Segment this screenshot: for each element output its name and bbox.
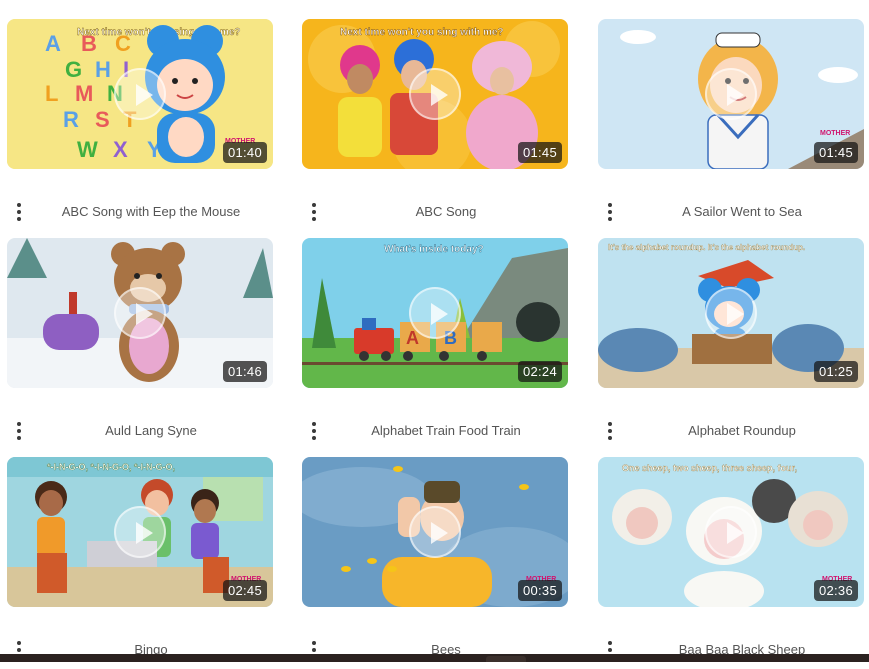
video-thumbnail[interactable]: MOTHER 01:45 [598, 19, 864, 169]
video-caption: Alphabet Roundup [598, 398, 864, 442]
letter-s: S [95, 107, 110, 132]
letter-h: H [95, 57, 111, 82]
video-thumbnail[interactable]: Next time won't you sing with me? A B C … [7, 19, 273, 169]
letter-m: M [75, 81, 93, 106]
letter-w: W [77, 137, 98, 162]
play-icon[interactable] [114, 68, 166, 120]
video-duration: 02:36 [813, 580, 858, 601]
video-card: It's the alphabet roundup. It's the alph… [598, 238, 864, 450]
play-icon[interactable] [705, 68, 757, 120]
video-title[interactable]: Alphabet Roundup [624, 423, 860, 438]
banner-text: *-I-N-G-O, *-I-N-G-O, *-I-N-G-O, [47, 462, 175, 472]
bottom-bar [0, 654, 869, 662]
more-options-icon[interactable] [606, 203, 614, 221]
letter-b: B [81, 31, 97, 56]
video-thumbnail[interactable]: Next time won't you sing with me? 01:45 [302, 19, 568, 169]
video-card: Next time won't you sing with me? A B C … [7, 19, 273, 231]
video-caption: Alphabet Train Food Train [302, 398, 568, 442]
video-duration: 02:24 [517, 361, 562, 382]
video-card: What's inside today? A B 02:24 Alphabet … [302, 238, 568, 450]
video-duration: 01:45 [517, 142, 562, 163]
video-thumbnail[interactable]: 01:46 [7, 238, 273, 388]
banner-text: One sheep, two sheep, three sheep, four, [622, 463, 797, 473]
video-card: One sheep, two sheep, three sheep, four,… [598, 457, 864, 669]
more-options-icon[interactable] [15, 422, 23, 440]
letter-x: X [113, 137, 128, 162]
video-thumbnail[interactable]: It's the alphabet roundup. It's the alph… [598, 238, 864, 388]
video-thumbnail[interactable]: What's inside today? A B 02:24 [302, 238, 568, 388]
video-thumbnail[interactable]: MOTHER 00:35 [302, 457, 568, 607]
video-title[interactable]: Auld Lang Syne [33, 423, 269, 438]
more-options-icon[interactable] [15, 203, 23, 221]
video-duration: 00:35 [517, 580, 562, 601]
video-card: *-I-N-G-O, *-I-N-G-O, *-I-N-G-O, MOTHER [7, 457, 273, 669]
video-duration: 01:45 [813, 142, 858, 163]
play-icon[interactable] [409, 287, 461, 339]
mother-goose-logo: MOTHER [820, 130, 850, 137]
video-caption: Auld Lang Syne [7, 398, 273, 442]
video-duration: 01:40 [222, 142, 267, 163]
mailbox [43, 314, 99, 350]
video-thumbnail[interactable]: One sheep, two sheep, three sheep, four,… [598, 457, 864, 607]
banner-text: Next time won't you sing with me? [340, 27, 504, 38]
letter-g: G [65, 57, 82, 82]
play-icon[interactable] [409, 68, 461, 120]
play-icon[interactable] [409, 506, 461, 558]
video-duration: 02:45 [222, 580, 267, 601]
video-card: 01:46 Auld Lang Syne [7, 238, 273, 450]
letter-a: A [45, 31, 61, 56]
more-options-icon[interactable] [606, 422, 614, 440]
video-title[interactable]: ABC Song [328, 204, 564, 219]
play-icon[interactable] [705, 287, 757, 339]
letter-c: C [115, 31, 131, 56]
video-caption: ABC Song [302, 179, 568, 223]
scroll-handle[interactable] [486, 656, 526, 662]
letter-l: L [45, 81, 58, 106]
video-caption: ABC Song with Eep the Mouse [7, 179, 273, 223]
video-title[interactable]: Alphabet Train Food Train [328, 423, 564, 438]
video-title[interactable]: ABC Song with Eep the Mouse [33, 204, 269, 219]
banner-text: It's the alphabet roundup. It's the alph… [608, 243, 805, 252]
letter-r: R [63, 107, 79, 132]
video-thumbnail[interactable]: *-I-N-G-O, *-I-N-G-O, *-I-N-G-O, MOTHER [7, 457, 273, 607]
banner-text: What's inside today? [384, 244, 484, 255]
play-icon[interactable] [114, 287, 166, 339]
video-card: MOTHER 00:35 Bees [302, 457, 568, 669]
more-options-icon[interactable] [310, 422, 318, 440]
video-duration: 01:25 [813, 361, 858, 382]
performer-pink-hair [338, 45, 382, 157]
video-title[interactable]: A Sailor Went to Sea [624, 204, 860, 219]
video-grid: Next time won't you sing with me? A B C … [0, 0, 869, 662]
play-icon[interactable] [114, 506, 166, 558]
video-duration: 01:46 [222, 361, 267, 382]
video-caption: A Sailor Went to Sea [598, 179, 864, 223]
more-options-icon[interactable] [310, 203, 318, 221]
video-card: Next time won't you sing with me? 01:45 … [302, 19, 568, 231]
video-card: MOTHER 01:45 A Sailor Went to Sea [598, 19, 864, 231]
play-icon[interactable] [705, 506, 757, 558]
